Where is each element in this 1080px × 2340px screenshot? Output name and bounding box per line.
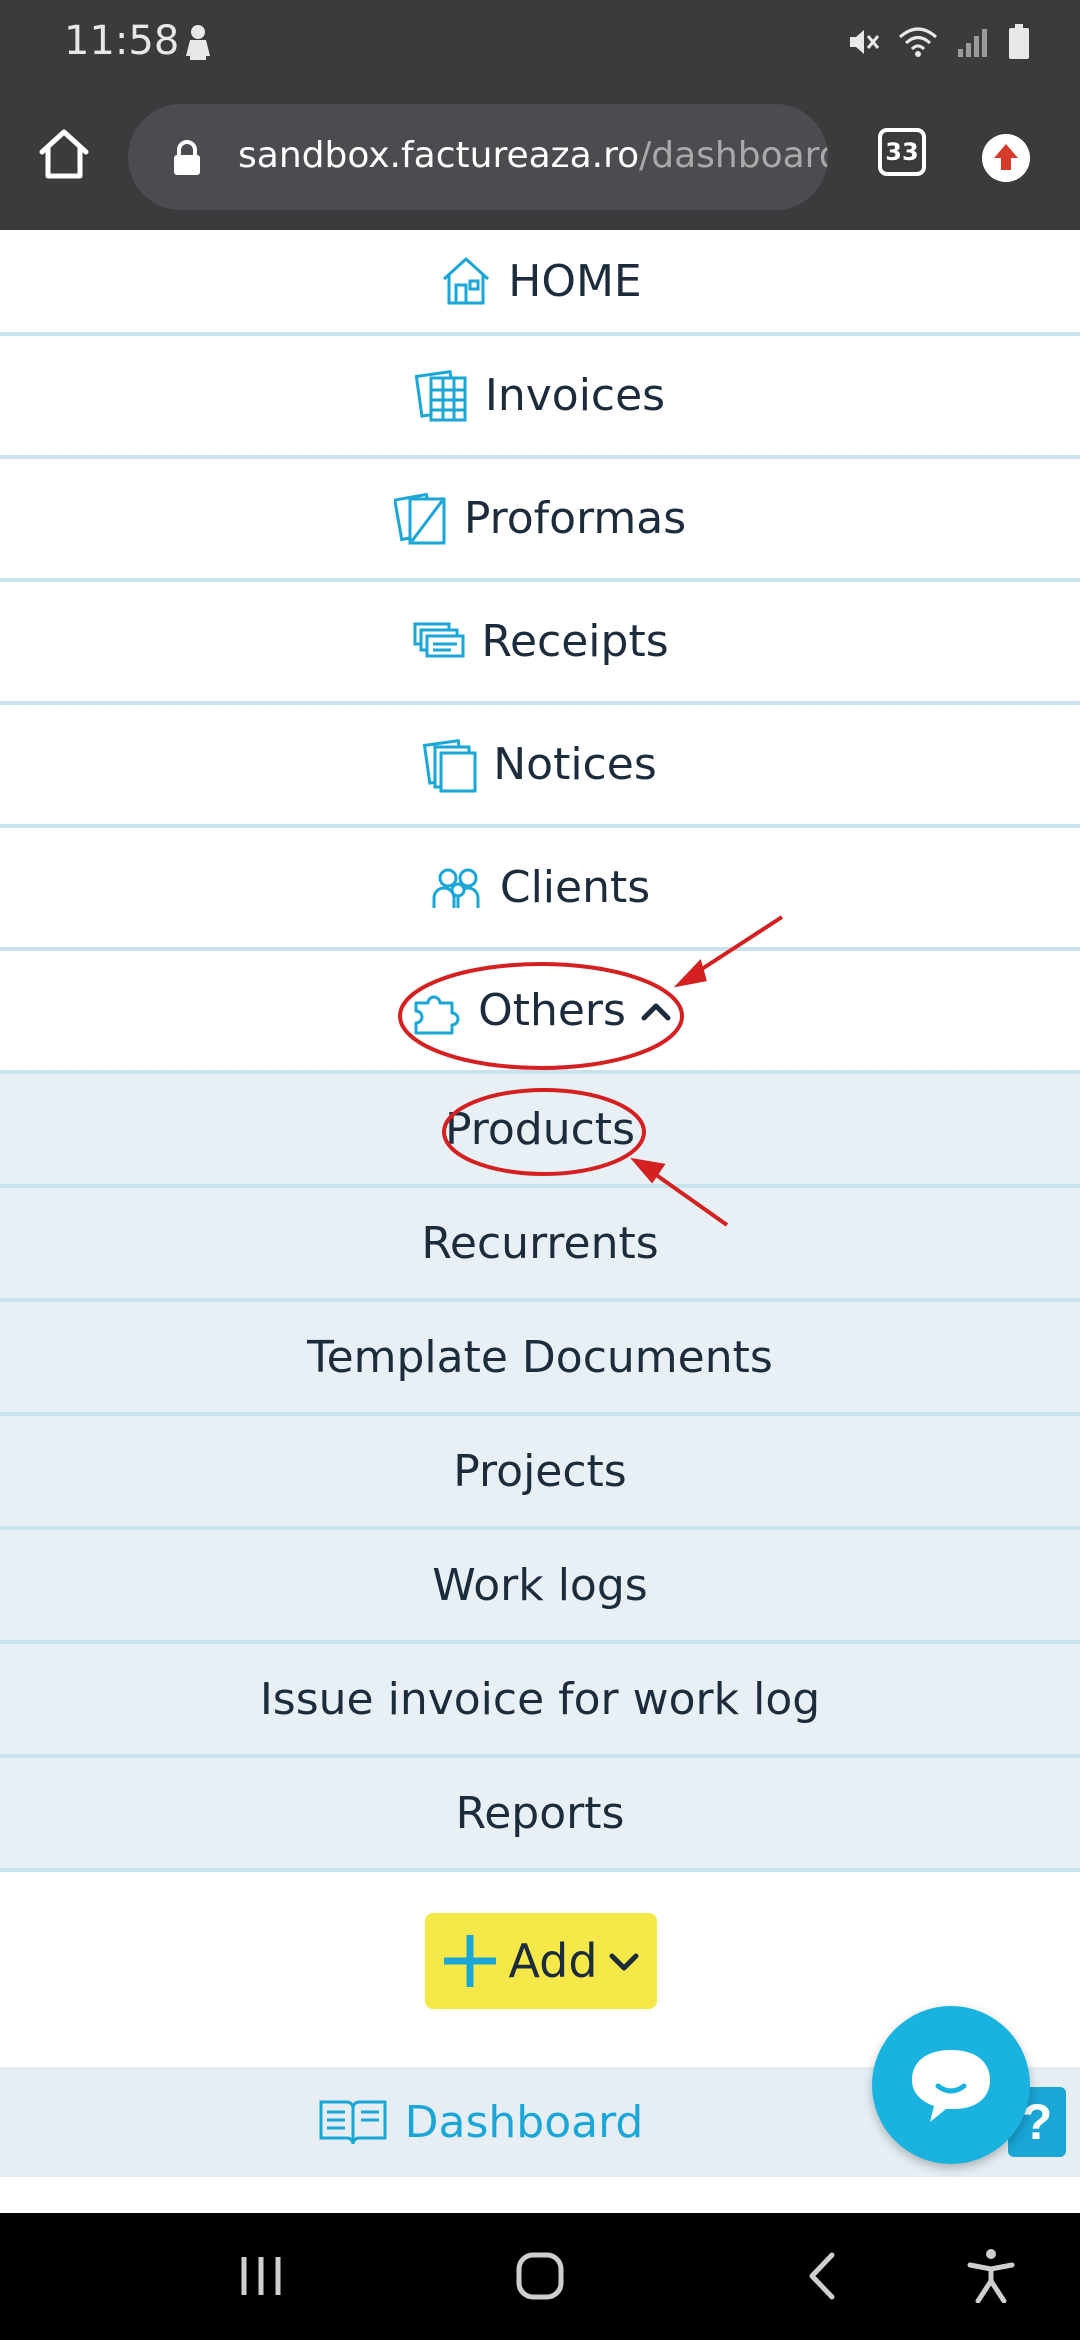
- submenu-item-reports[interactable]: Reports: [0, 1758, 1080, 1872]
- home-nav-icon[interactable]: [515, 2251, 565, 2301]
- menu-item-label: Invoices: [484, 370, 666, 421]
- status-time: 11:58: [64, 18, 180, 64]
- url-text: sandbox.factureaza.ro/dashboard: [238, 135, 828, 176]
- mute-icon: [850, 30, 880, 54]
- chat-widget-button[interactable]: [872, 2006, 1030, 2164]
- submenu-item-products[interactable]: Products: [0, 1074, 1080, 1188]
- menu-item-clients[interactable]: Clients: [0, 828, 1080, 951]
- chevron-down-icon: [609, 1953, 639, 1971]
- status-icons: [846, 20, 1030, 64]
- notification-icon: [186, 25, 210, 60]
- puzzle-icon: [414, 995, 460, 1034]
- menu-item-label: Receipts: [481, 616, 669, 667]
- menu-item-notices[interactable]: Notices: [0, 705, 1080, 828]
- menu-item-receipts[interactable]: Receipts: [0, 582, 1080, 705]
- menu-item-label: Clients: [499, 862, 651, 913]
- wifi-icon: [899, 27, 937, 57]
- dashboard-label: Dashboard: [404, 2096, 644, 2148]
- recent-apps-icon[interactable]: [236, 2253, 286, 2299]
- submenu-item-recurrents[interactable]: Recurrents: [0, 1188, 1080, 1302]
- battery-icon: [1009, 24, 1029, 59]
- signal-icon: [958, 29, 987, 57]
- chevron-up-icon: [641, 1003, 671, 1020]
- menu-item-proformas[interactable]: Proformas: [0, 459, 1080, 582]
- proformas-icon: [393, 492, 446, 544]
- invoices-icon: [414, 369, 467, 421]
- accessibility-icon[interactable]: [966, 2247, 1016, 2303]
- upload-icon[interactable]: [982, 134, 1030, 182]
- menu-item-label: Proformas: [463, 493, 687, 544]
- add-button-label: Add: [508, 1934, 598, 1988]
- submenu-item-issue-invoice-for-work-log[interactable]: Issue invoice for work log: [0, 1644, 1080, 1758]
- menu-item-others[interactable]: Others: [0, 951, 1080, 1074]
- submenu-item-template-documents[interactable]: Template Documents: [0, 1302, 1080, 1416]
- add-dropdown-button[interactable]: Add: [425, 1913, 657, 2009]
- notices-icon: [423, 738, 477, 792]
- back-icon[interactable]: [802, 2251, 842, 2301]
- clients-icon: [432, 868, 480, 908]
- url-path: /dashboard: [639, 135, 828, 176]
- plus-icon: [444, 1935, 497, 1987]
- system-nav-bar: [0, 2213, 1080, 2340]
- receipts-icon: [413, 622, 465, 657]
- address-bar[interactable]: sandbox.factureaza.ro/dashboard: [128, 104, 828, 210]
- home-icon[interactable]: [34, 124, 94, 184]
- book-icon: [319, 2100, 387, 2145]
- menu-item-label: HOME: [508, 255, 642, 307]
- status-bar: 11:58: [0, 0, 1080, 84]
- menu-item-label: Notices: [493, 739, 657, 790]
- main-menu: HOME Invoices Proformas Receipts Notices…: [0, 230, 1080, 1872]
- menu-item-label: Others: [478, 985, 626, 1036]
- menu-item-invoices[interactable]: Invoices: [0, 336, 1080, 459]
- submenu-item-projects[interactable]: Projects: [0, 1416, 1080, 1530]
- chat-bubble-icon: [912, 2050, 990, 2122]
- menu-item-home[interactable]: HOME: [0, 230, 1080, 336]
- browser-toolbar: sandbox.factureaza.ro/dashboard 33: [0, 84, 1080, 230]
- house-icon: [443, 257, 490, 305]
- tab-switcher-button[interactable]: 33: [878, 128, 926, 176]
- url-host: sandbox.factureaza.ro: [238, 135, 640, 176]
- submenu-item-work-logs[interactable]: Work logs: [0, 1530, 1080, 1644]
- footer-strip: [0, 2177, 1080, 2213]
- lock-icon: [174, 140, 200, 175]
